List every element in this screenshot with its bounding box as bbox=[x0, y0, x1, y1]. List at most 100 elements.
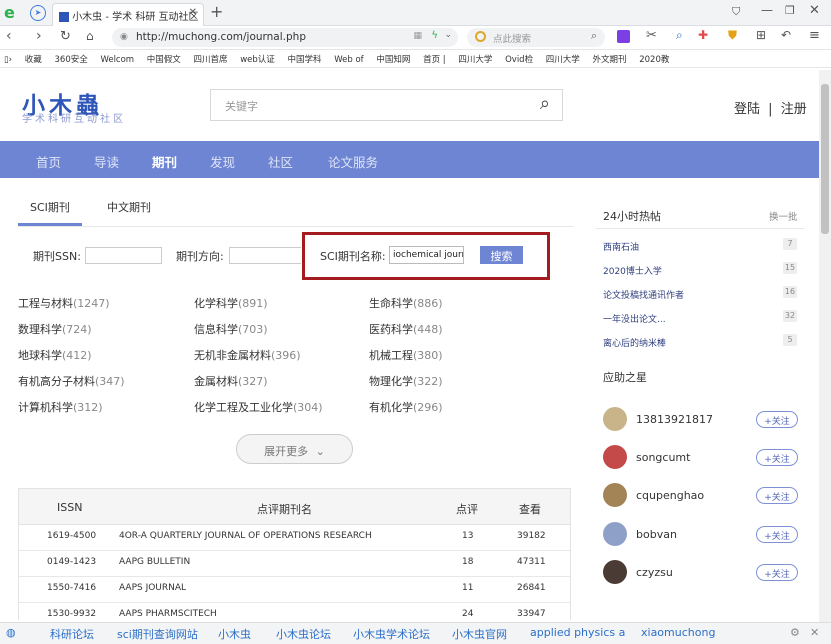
extension-icon[interactable] bbox=[617, 30, 630, 43]
new-tab-icon[interactable]: + bbox=[210, 2, 223, 21]
category-link[interactable]: 医药科学(448) bbox=[369, 321, 443, 337]
restore-icon[interactable]: ❐ bbox=[785, 4, 795, 17]
dropdown-icon[interactable]: ⌄ bbox=[444, 30, 452, 40]
category-link[interactable]: 化学工程及工业化学(304) bbox=[194, 399, 323, 415]
status-link[interactable]: 小木虫官网 bbox=[452, 626, 507, 642]
lightning-icon[interactable]: ϟ bbox=[431, 30, 438, 41]
bookmark-item[interactable]: 四川首席 bbox=[194, 53, 228, 65]
hot-post-link[interactable]: 2020博士入学 bbox=[603, 264, 662, 277]
tab-close-icon[interactable]: ✕ bbox=[189, 7, 197, 18]
bookmark-item[interactable]: 中国假文 bbox=[147, 53, 181, 65]
follow-button[interactable]: +关注 bbox=[756, 564, 798, 581]
status-link[interactable]: 小木虫学术论坛 bbox=[353, 626, 430, 642]
qr-icon[interactable]: ▦ bbox=[413, 31, 422, 41]
avatar[interactable] bbox=[603, 445, 627, 469]
navigate-icon[interactable]: ➤ bbox=[30, 5, 46, 21]
site-search-input[interactable]: 关键字 ⌕ bbox=[210, 89, 563, 121]
row-journal-name[interactable]: AAPG BULLETIN bbox=[119, 557, 190, 567]
avatar[interactable] bbox=[603, 522, 627, 546]
category-link[interactable]: 地球科学(412) bbox=[18, 347, 92, 363]
star-username[interactable]: 13813921817 bbox=[636, 413, 713, 426]
row-journal-name[interactable]: AAPS PHARMSCITECH bbox=[119, 609, 217, 619]
follow-button[interactable]: +关注 bbox=[756, 526, 798, 543]
bookmark-item[interactable]: 首页 | bbox=[423, 53, 446, 65]
shirt-icon[interactable]: ⛉ bbox=[732, 5, 740, 19]
status-link[interactable]: 科研论坛 bbox=[50, 626, 94, 642]
tab-sci[interactable]: SCI期刊 bbox=[30, 199, 70, 215]
forward-icon[interactable]: › bbox=[36, 28, 42, 44]
hot-post-link[interactable]: 西南石油 bbox=[603, 240, 639, 253]
menu-icon[interactable]: ≡ bbox=[809, 28, 820, 43]
undo-icon[interactable]: ↶ bbox=[781, 28, 791, 42]
star-username[interactable]: songcumt bbox=[636, 451, 690, 464]
status-link[interactable]: xiaomuchong bbox=[641, 626, 715, 639]
category-link[interactable]: 有机高分子材料(347) bbox=[18, 373, 125, 389]
follow-button[interactable]: +关注 bbox=[756, 411, 798, 428]
search-button[interactable]: 搜索 bbox=[480, 246, 523, 264]
status-link[interactable]: 小木虫论坛 bbox=[276, 626, 331, 642]
game-icon[interactable]: ✚ bbox=[698, 28, 708, 42]
status-link[interactable]: sci期刊查询网站 bbox=[117, 626, 198, 642]
close-window-icon[interactable]: ✕ bbox=[809, 3, 820, 18]
home-icon[interactable]: ⌂ bbox=[86, 29, 94, 43]
avatar[interactable] bbox=[603, 407, 627, 431]
refresh-link[interactable]: 换一批 bbox=[769, 209, 798, 223]
nav-paper-service[interactable]: 论文服务 bbox=[328, 152, 378, 171]
status-link[interactable]: 小木虫 bbox=[218, 626, 251, 642]
zoom-search-icon[interactable]: ⌕ bbox=[676, 28, 683, 43]
bookmark-item[interactable]: 四川大学 bbox=[458, 53, 492, 65]
browser-search-box[interactable]: 点此搜索 ⌕ bbox=[467, 28, 605, 47]
nav-guide[interactable]: 导读 bbox=[94, 152, 119, 171]
category-link[interactable]: 物理化学(322) bbox=[369, 373, 443, 389]
table-row[interactable]: 1530-9932 AAPS PHARMSCITECH 24 33947 bbox=[19, 603, 570, 620]
hot-post-link[interactable]: 一年没出论文... bbox=[603, 312, 666, 325]
row-journal-name[interactable]: 4OR-A QUARTERLY JOURNAL OF OPERATIONS RE… bbox=[119, 531, 372, 541]
hot-post-link[interactable]: 论文投稿找通讯作者 bbox=[603, 288, 684, 301]
bookmark-item[interactable]: 四川大学 bbox=[546, 53, 580, 65]
apps-grid-icon[interactable]: ⊞ bbox=[756, 28, 766, 42]
nav-journal[interactable]: 期刊 bbox=[152, 152, 177, 171]
table-row[interactable]: 1619-4500 4OR-A QUARTERLY JOURNAL OF OPE… bbox=[19, 525, 570, 551]
bookmark-item[interactable]: 360安全 bbox=[55, 53, 88, 65]
direction-input[interactable] bbox=[229, 247, 301, 264]
category-link[interactable]: 机械工程(380) bbox=[369, 347, 443, 363]
row-journal-name[interactable]: AAPS JOURNAL bbox=[119, 583, 186, 593]
bookmark-item[interactable]: 中国学科 bbox=[288, 53, 322, 65]
category-link[interactable]: 数理科学(724) bbox=[18, 321, 92, 337]
bookmark-item[interactable]: 收藏 bbox=[25, 53, 42, 65]
follow-button[interactable]: +关注 bbox=[756, 449, 798, 466]
category-link[interactable]: 计算机科学(312) bbox=[18, 399, 103, 415]
bookmark-item[interactable]: Ovid检 bbox=[505, 53, 533, 65]
avatar[interactable] bbox=[603, 483, 627, 507]
nav-discover[interactable]: 发现 bbox=[210, 152, 235, 171]
star-username[interactable]: czyzsu bbox=[636, 566, 673, 579]
close-icon[interactable]: ✕ bbox=[810, 626, 819, 639]
register-link[interactable]: 注册 bbox=[781, 102, 807, 117]
bookmark-item[interactable]: 外文期刊 bbox=[593, 53, 627, 65]
nav-home[interactable]: 首页 bbox=[36, 152, 61, 171]
bookmark-item[interactable]: Web of bbox=[334, 55, 363, 65]
bookmark-item[interactable]: web认证 bbox=[240, 53, 275, 65]
category-link[interactable]: 工程与材料(1247) bbox=[18, 295, 110, 311]
expand-more-button[interactable]: 展开更多 ⌄ bbox=[236, 434, 353, 464]
table-row[interactable]: 0149-1423 AAPG BULLETIN 18 47311 bbox=[19, 551, 570, 577]
minimize-icon[interactable]: — bbox=[761, 3, 773, 17]
status-link[interactable]: applied physics a bbox=[530, 626, 625, 639]
back-icon[interactable]: ‹ bbox=[6, 28, 12, 44]
table-row[interactable]: 1550-7416 AAPS JOURNAL 11 26841 bbox=[19, 577, 570, 603]
category-link[interactable]: 有机化学(296) bbox=[369, 399, 443, 415]
hot-post-link[interactable]: 离心后的纳米棒 bbox=[603, 336, 666, 349]
url-bar[interactable]: ◉ http://muchong.com/journal.php ▦ ϟ ⌄ bbox=[112, 28, 458, 47]
avatar[interactable] bbox=[603, 560, 627, 584]
category-link[interactable]: 生命科学(886) bbox=[369, 295, 443, 311]
search-icon[interactable]: ⌕ bbox=[591, 29, 597, 43]
reload-icon[interactable]: ↻ bbox=[60, 29, 71, 44]
sidebar-toggle-icon[interactable]: ▯› bbox=[4, 55, 12, 65]
settings-icon[interactable]: ⚙ bbox=[790, 626, 800, 639]
bookmark-item[interactable]: Welcom bbox=[100, 55, 134, 65]
journal-name-input[interactable]: iochemical journa bbox=[389, 246, 464, 264]
browser-tab[interactable]: 小木虫 - 学术 科研 互动社区 ✕ bbox=[52, 3, 204, 26]
search-icon[interactable]: ⌕ bbox=[540, 93, 550, 114]
category-link[interactable]: 信息科学(703) bbox=[194, 321, 268, 337]
category-link[interactable]: 金属材料(327) bbox=[194, 373, 268, 389]
